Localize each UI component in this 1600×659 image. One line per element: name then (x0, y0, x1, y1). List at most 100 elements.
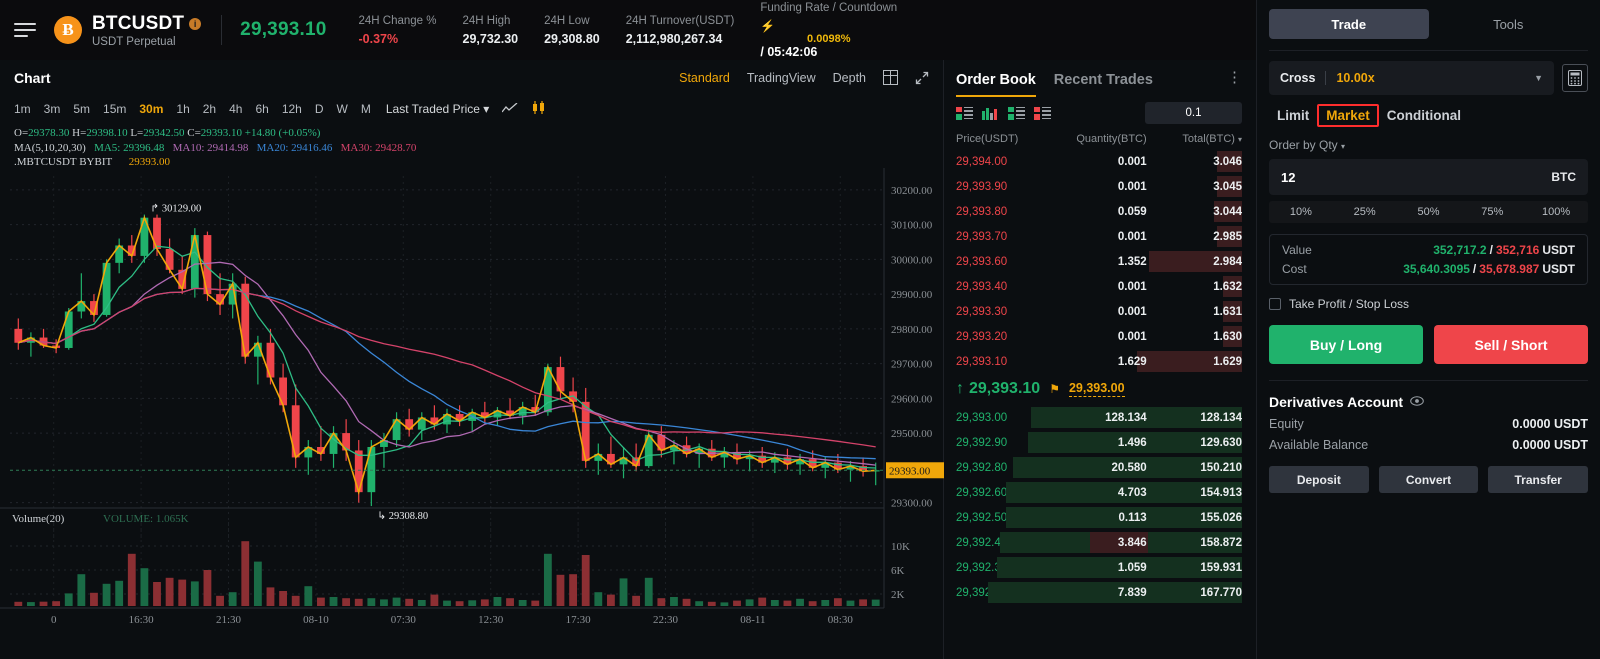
table-row[interactable]: 29,393.40 0.001 1.632 (944, 274, 1254, 299)
order-type-limit[interactable]: Limit (1269, 105, 1317, 126)
table-row[interactable]: 29,393.00 128.134 128.134 (944, 405, 1254, 430)
cell-quantity: 0.113 (1118, 511, 1147, 524)
percent-buttons: 10% 25% 50% 75% 100% (1269, 201, 1588, 223)
timeframe-12h[interactable]: 12h (282, 102, 302, 116)
more-options-icon[interactable]: ⋮ (1227, 70, 1242, 85)
symbol-block[interactable]: BTCUSDT i USDT Perpetual (92, 13, 202, 48)
percent-75[interactable]: 75% (1460, 201, 1524, 223)
both-sides-icon[interactable] (956, 106, 973, 120)
timeframe-6h[interactable]: 6h (255, 102, 268, 116)
bids-only-icon[interactable] (1008, 106, 1025, 120)
deposit-button[interactable]: Deposit (1269, 466, 1369, 493)
table-row[interactable]: 29,393.20 0.001 1.630 (944, 324, 1254, 349)
timeframe-W[interactable]: W (337, 102, 348, 116)
timeframe-1h[interactable]: 1h (176, 102, 189, 116)
timeframe-30m[interactable]: 30m (139, 102, 163, 116)
market-header: Ƀ BTCUSDT i USDT Perpetual 29,393.10 24H… (0, 0, 1256, 60)
chart-source-value: 29393.00 (128, 156, 171, 168)
percent-25[interactable]: 25% (1333, 201, 1397, 223)
eye-icon[interactable] (1410, 395, 1424, 409)
table-row[interactable]: 29,393.70 0.001 2.985 (944, 224, 1254, 249)
table-row[interactable]: 29,393.60 1.352 2.984 (944, 249, 1254, 274)
table-row[interactable]: 29,393.30 0.001 1.631 (944, 299, 1254, 324)
hamburger-icon[interactable] (14, 19, 40, 41)
order-type-market[interactable]: Market (1317, 104, 1379, 127)
table-row[interactable]: 29,392.60 4.703 154.913 (944, 480, 1254, 505)
info-icon[interactable]: i (189, 17, 202, 30)
table-row[interactable]: 29,392.40 3.846 158.872 (944, 530, 1254, 555)
table-row[interactable]: 29,392.20 7.839 167.770 (944, 580, 1254, 605)
timeframe-15m[interactable]: 15m (103, 102, 126, 116)
cell-total: 1.631 (1213, 305, 1242, 318)
buy-long-button[interactable]: Buy / Long (1269, 325, 1423, 364)
stat-value: ⚡ 0.0098% / 05:42:06 (760, 19, 897, 59)
volume-bar (317, 597, 325, 606)
tpsl-checkbox[interactable] (1269, 298, 1281, 310)
chart-view-standard[interactable]: Standard (679, 71, 730, 85)
volume-bar (581, 555, 590, 606)
volume-bar (796, 598, 804, 606)
volume-bar (216, 595, 224, 606)
timeframe-3m[interactable]: 3m (44, 102, 61, 116)
table-row[interactable]: 29,392.90 1.496 129.630 (944, 430, 1254, 455)
transfer-button[interactable]: Transfer (1488, 466, 1589, 493)
chart-view-tradingview[interactable]: TradingView (747, 71, 816, 85)
sell-short-button[interactable]: Sell / Short (1434, 325, 1588, 364)
leverage-selector[interactable]: Cross 10.00x ▼ (1269, 61, 1554, 95)
high-marker-label: ↱ 30129.00 (150, 203, 201, 215)
percent-50[interactable]: 50% (1397, 201, 1461, 223)
cell-price: 29,393.40 (956, 280, 1008, 293)
table-row[interactable]: 29,393.80 0.059 3.044 (944, 199, 1254, 224)
chart-plot-area[interactable]: 30200.00 30100.00 30000.00 29900.00 29800.00… (0, 168, 944, 659)
volume-bar (594, 592, 603, 606)
tab-recent-trades[interactable]: Recent Trades (1054, 72, 1153, 95)
line-chart-icon[interactable] (501, 102, 518, 117)
quantity-input[interactable]: 12 BTC (1269, 159, 1588, 195)
order-by-selector[interactable]: Order by Qty ▾ (1257, 127, 1600, 152)
timeframe-D[interactable]: D (315, 102, 324, 116)
chart-view-depth[interactable]: Depth (833, 71, 866, 85)
table-row[interactable]: 29,394.00 0.001 3.046 (944, 149, 1254, 174)
timeframe-2h[interactable]: 2h (203, 102, 216, 116)
tab-trade[interactable]: Trade (1269, 9, 1429, 39)
volume-bar (90, 592, 98, 606)
order-type-conditional[interactable]: Conditional (1379, 105, 1469, 126)
timeframe-M[interactable]: M (361, 102, 371, 116)
volume-bar (468, 600, 477, 606)
expand-icon[interactable] (915, 71, 929, 85)
mid-last-price: ↑ 29,393.10 (956, 380, 1040, 398)
column-total[interactable]: Total(BTC) ▾ (1147, 133, 1242, 145)
volume-bar (392, 597, 401, 606)
table-row[interactable]: 29,393.10 1.629 1.629 (944, 349, 1254, 374)
table-row[interactable]: 29,392.30 1.059 159.931 (944, 555, 1254, 580)
funding-rate: 0.0098% (807, 32, 851, 45)
calculator-icon[interactable] (1562, 64, 1588, 92)
price-source-selector[interactable]: Last Traded Price ▾ (386, 102, 489, 116)
table-row[interactable]: 29,392.50 0.113 155.026 (944, 505, 1254, 530)
tab-tools[interactable]: Tools (1429, 9, 1589, 39)
order-by-label: Order by Qty (1269, 138, 1338, 152)
timeframe-1m[interactable]: 1m (14, 102, 31, 116)
take-profit-stop-loss-row[interactable]: Take Profit / Stop Loss (1257, 285, 1600, 311)
percent-10[interactable]: 10% (1269, 201, 1333, 223)
stat-label: 24H Low (544, 14, 590, 27)
tab-order-book[interactable]: Order Book (956, 72, 1036, 97)
candlestick-icon[interactable] (531, 101, 547, 117)
grid-layout-icon[interactable] (883, 70, 898, 85)
table-row[interactable]: 29,392.80 20.580 150.210 (944, 455, 1254, 480)
volume-bar (52, 601, 61, 606)
table-row[interactable]: 29,393.90 0.001 3.045 (944, 174, 1254, 199)
ohlc-c: 29393.10 (200, 127, 243, 139)
aggregation-selector[interactable]: 0.1 (1145, 102, 1242, 124)
mark-price[interactable]: 29,393.00 (1068, 381, 1125, 397)
volume-bar (39, 601, 48, 606)
timeframe-5m[interactable]: 5m (73, 102, 90, 116)
convert-button[interactable]: Convert (1378, 466, 1479, 493)
cell-quantity: 0.059 (1117, 205, 1147, 218)
funding-countdown: 05:42:06 (767, 44, 818, 59)
ohlc-c-label: C= (187, 127, 201, 139)
timeframe-4h[interactable]: 4h (229, 102, 242, 116)
percent-100[interactable]: 100% (1524, 201, 1588, 223)
asks-only-icon[interactable] (1034, 106, 1051, 120)
bar-chart-icon[interactable] (982, 107, 999, 120)
